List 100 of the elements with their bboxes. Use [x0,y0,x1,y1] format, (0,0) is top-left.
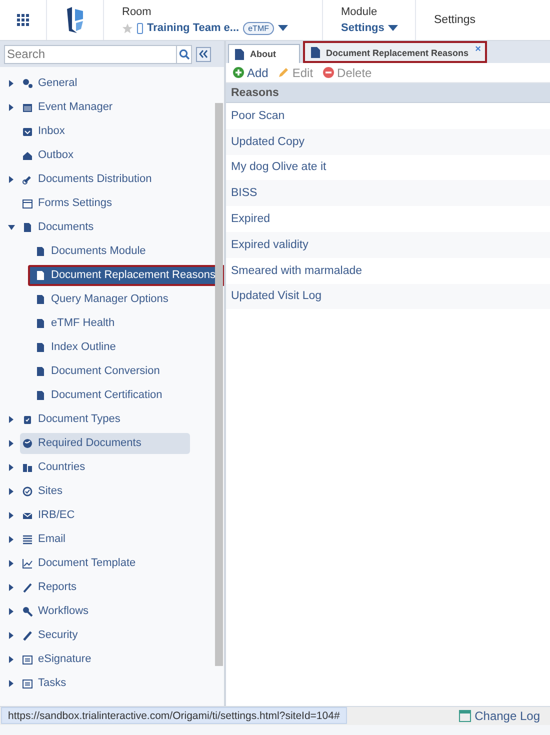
pencil-icon [22,582,33,592]
sidebar-item[interactable]: Document Replacement Reasons [28,264,224,286]
scrollbar-thumb[interactable] [215,103,223,666]
room-name[interactable]: Training Team e... [147,22,240,34]
sidebar-item[interactable]: Document Types [20,408,126,430]
collapsed-arrow-icon[interactable] [8,656,15,662]
table-cell: Updated Visit Log [231,290,322,302]
table-cell: Updated Copy [231,136,305,148]
search-button[interactable] [176,44,192,64]
apps-grid-icon[interactable] [17,14,29,26]
document-icon [22,222,33,232]
sidebar-item[interactable]: Index Outline [33,336,122,358]
caret-icon[interactable] [388,25,398,31]
collapsed-arrow-icon[interactable] [8,104,15,110]
logo-icon[interactable] [65,5,85,35]
document-icon [35,318,46,328]
sidebar-item[interactable]: Document Certification [33,384,168,406]
star-icon[interactable] [122,22,133,34]
add-button[interactable]: Add [230,66,272,80]
close-tab-button[interactable]: × [475,44,481,55]
list-box-icon [22,654,33,664]
pencil-icon [278,67,290,78]
collapsed-arrow-icon[interactable] [8,608,15,614]
sidebar-item[interactable]: Document Template [20,552,142,574]
collapse-panel-button[interactable] [196,46,211,62]
change-log-link[interactable]: Change Log [474,709,540,723]
table-cell: Poor Scan [231,110,285,122]
room-label: Room [122,6,152,18]
phone-icon [137,22,143,34]
sidebar-item[interactable]: Event Manager [20,96,119,118]
sidebar-item[interactable]: Outbox [20,144,80,166]
table-cell: Expired [231,213,270,226]
table-cell: Smeared with marmalade [231,264,362,277]
sidebar-item[interactable]: Required Documents [20,432,190,454]
sidebar-item[interactable]: Inbox [20,120,71,142]
sidebar-item[interactable]: Sites [20,480,68,502]
page-title: Settings [434,14,476,26]
sidebar-item[interactable]: General [20,72,84,94]
tab[interactable]: Document Replacement Reasons × [304,42,486,62]
window-icon [458,710,471,722]
module-name[interactable]: Settings [341,22,384,34]
clipboard-icon [22,414,33,424]
sidebar-item[interactable]: eTMF Health [33,312,121,334]
sidebar-item[interactable]: Reports [20,576,83,598]
collapsed-arrow-icon[interactable] [8,680,15,686]
collapsed-arrow-icon[interactable] [8,440,15,446]
sidebar-item[interactable]: eSignature [20,648,98,670]
tab[interactable]: About [228,44,300,63]
table-cell: My dog Olive ate it [231,161,326,174]
caret-icon[interactable] [278,25,288,31]
outbox-icon [22,150,33,160]
room-type-badge: eTMF [243,22,274,34]
document-icon [35,390,46,400]
sidebar-item[interactable]: Email [20,528,72,550]
sidebar-item[interactable]: Security [20,624,84,646]
sidebar-item[interactable]: IRB/EC [20,504,81,526]
pen-icon [22,630,33,640]
collapsed-arrow-icon[interactable] [8,464,15,470]
link-icon [22,174,33,184]
calendar-icon [22,102,33,112]
document-icon [35,342,46,352]
sidebar-item[interactable]: Documents [20,216,100,238]
sidebar-item[interactable]: Forms Settings [20,192,118,214]
double-chevron-left-icon [199,50,208,58]
document-icon [35,294,46,304]
column-header[interactable]: Reasons [231,86,279,98]
plus-circle-icon [233,67,244,78]
minus-circle-icon [323,67,334,78]
collapsed-arrow-icon[interactable] [8,560,15,566]
sidebar-item[interactable]: Countries [20,456,92,478]
sidebar-item[interactable]: Documents Distribution [20,168,158,190]
document-icon [235,48,244,60]
collapsed-arrow-icon[interactable] [8,176,15,182]
table-cell: Expired validity [231,238,308,251]
collapsed-arrow-icon[interactable] [8,512,15,518]
collapsed-arrow-icon[interactable] [8,488,15,494]
search-field[interactable]: Search [4,44,176,64]
sidebar-item[interactable]: Tasks [20,672,72,694]
line-chart-icon [22,558,33,568]
search-icon[interactable] [178,48,190,60]
buildings-icon [22,462,33,472]
table-cell: BISS [231,187,258,200]
collapsed-arrow-icon[interactable] [8,584,15,590]
form-icon [22,198,33,208]
document-icon [35,246,46,256]
sidebar-item[interactable]: Document Conversion [33,360,166,382]
inbox-icon [22,126,33,136]
collapsed-arrow-icon[interactable] [8,80,15,86]
list-icon [22,534,33,544]
collapsed-arrow-icon[interactable] [8,632,15,638]
collapsed-arrow-icon[interactable] [8,416,15,422]
sidebar-item[interactable]: Workflows [20,600,95,622]
document-icon [35,366,46,376]
sidebar-item[interactable]: Query Manager Options [33,288,174,310]
check-circle-icon [22,486,33,496]
collapsed-arrow-icon[interactable] [8,536,15,542]
document-icon [35,270,46,280]
expanded-arrow-icon[interactable] [8,224,15,230]
document-icon [311,47,320,58]
sidebar-item[interactable]: Documents Module [33,240,152,262]
